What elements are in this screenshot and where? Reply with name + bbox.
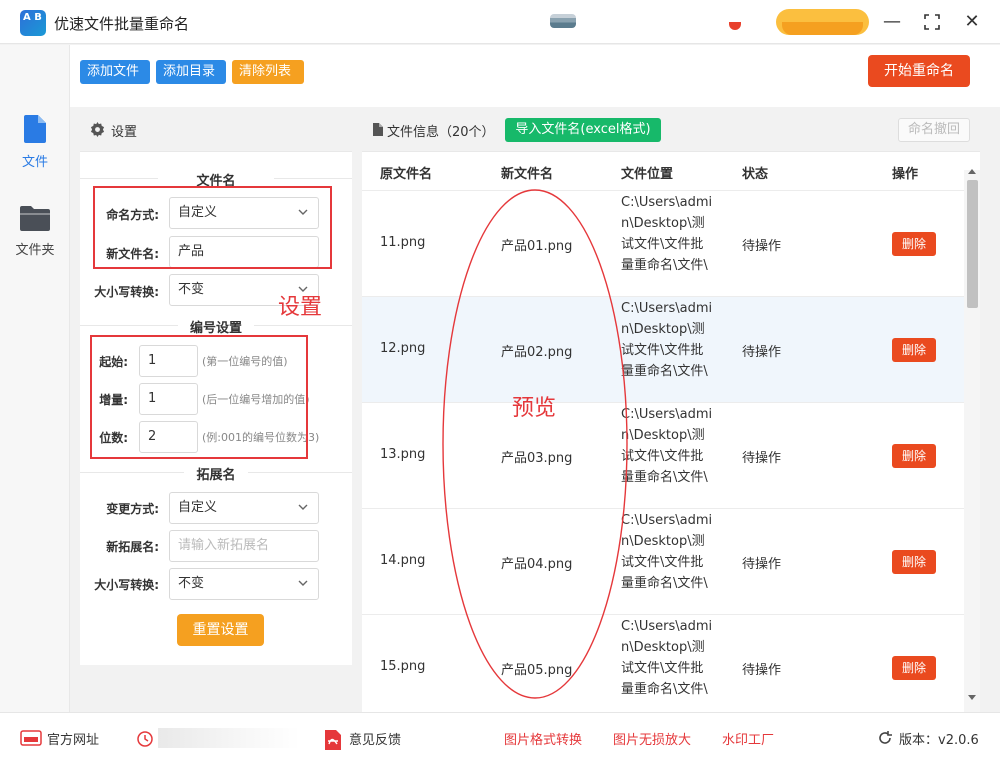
- status-cell: 待操作: [742, 663, 782, 678]
- maximize-icon: [924, 14, 940, 30]
- annotation-preview-label: 预览: [512, 396, 557, 421]
- delete-row-button[interactable]: 删除: [892, 232, 936, 256]
- ext-case-value: 不变: [178, 576, 205, 591]
- column-header-status: 状态: [742, 167, 769, 182]
- file-icon: [24, 115, 46, 143]
- annotation-preview-ellipse: [442, 189, 628, 699]
- official-website-link[interactable]: 官方网址: [47, 729, 99, 748]
- sidebar: 文件 文件夹: [0, 45, 70, 712]
- website-icon: [20, 730, 42, 746]
- reset-settings-button[interactable]: 重置设置: [177, 614, 264, 646]
- sidebar-item-label: 文件: [21, 155, 48, 170]
- scroll-up-icon[interactable]: [968, 168, 976, 174]
- column-header-action: 操作: [892, 167, 919, 182]
- watermark-factory-link[interactable]: 水印工厂: [722, 729, 774, 748]
- location-cell: C:\Users\admin\Desktop\测试文件\文件批量重命名\文件\: [621, 407, 713, 485]
- scrollbar-thumb[interactable]: [967, 180, 978, 308]
- notification-icon[interactable]: [729, 22, 741, 30]
- image-format-convert-link[interactable]: 图片格式转换: [504, 729, 582, 748]
- feedback-link[interactable]: 意见反馈: [349, 729, 401, 748]
- location-cell: C:\Users\admin\Desktop\测试文件\文件批量重命名\文件\: [621, 195, 713, 273]
- title-bar: A B 优速文件批量重命名 — ✕: [0, 0, 1000, 44]
- file-info-header: 文件信息（20个） 导入文件名(excel格式) 命名撤回: [362, 108, 980, 152]
- add-directory-button[interactable]: 添加目录: [156, 60, 226, 84]
- annotation-settings-label: 设置: [278, 295, 323, 320]
- start-rename-button[interactable]: 开始重命名: [868, 55, 970, 87]
- file-info-panel: 文件信息（20个） 导入文件名(excel格式) 命名撤回 原文件名 新文件名 …: [362, 108, 980, 712]
- sidebar-item-label: 文件夹: [15, 243, 55, 258]
- file-info-title: 文件信息（20个）: [387, 125, 495, 140]
- case-value: 不变: [178, 282, 205, 297]
- column-header-location: 文件位置: [621, 167, 674, 182]
- support-icon[interactable]: [136, 730, 154, 748]
- ext-case-select[interactable]: 不变: [169, 568, 319, 600]
- new-ext-label: 新拓展名:: [106, 540, 159, 554]
- maximize-button[interactable]: [918, 8, 946, 36]
- status-cell: 待操作: [742, 451, 782, 466]
- clear-list-button[interactable]: 清除列表: [232, 60, 304, 84]
- chevron-down-icon: [298, 504, 308, 510]
- status-cell: 待操作: [742, 239, 782, 254]
- status-cell: 待操作: [742, 345, 782, 360]
- original-name-cell: 14.png: [380, 553, 426, 568]
- folder-icon: [20, 206, 50, 231]
- annotation-box-filename: [93, 186, 332, 269]
- ext-case-label: 大小写转换:: [94, 578, 159, 592]
- delete-row-button[interactable]: 删除: [892, 444, 936, 468]
- image-upscale-link[interactable]: 图片无损放大: [613, 729, 691, 748]
- extension-section-title: 拓展名: [184, 464, 248, 483]
- version-label: 版本：v2.0.6: [899, 733, 979, 748]
- divider: [80, 178, 158, 179]
- scroll-down-icon[interactable]: [968, 695, 976, 701]
- settings-title: 设置: [111, 125, 138, 140]
- toolbar: 添加文件 添加目录 清除列表 开始重命名: [70, 45, 1000, 107]
- chevron-down-icon: [298, 580, 308, 586]
- column-header-new: 新文件名: [501, 167, 554, 182]
- annotation-box-number: [90, 335, 308, 459]
- ext-mode-value: 自定义: [178, 500, 218, 515]
- promo-badge[interactable]: [776, 9, 869, 35]
- app-logo-icon: A B: [20, 10, 46, 36]
- delete-row-button[interactable]: 删除: [892, 656, 936, 680]
- new-ext-placeholder: 请输入新拓展名: [178, 538, 270, 553]
- minimize-button[interactable]: —: [878, 8, 906, 36]
- location-cell: C:\Users\admin\Desktop\测试文件\文件批量重命名\文件\: [621, 301, 713, 379]
- number-section-title: 编号设置: [178, 317, 254, 336]
- app-title: 优速文件批量重命名: [54, 15, 190, 33]
- undo-rename-button[interactable]: 命名撤回: [898, 118, 970, 142]
- settings-panel: 设置 文件名 命名方式: 自定义 新文件名: 产品 大小写转换: 不变 编号设置…: [80, 108, 352, 665]
- original-name-cell: 13.png: [380, 447, 426, 462]
- original-name-cell: 15.png: [380, 659, 426, 674]
- ext-mode-select[interactable]: 自定义: [169, 492, 319, 524]
- refresh-icon[interactable]: [877, 730, 893, 746]
- sidebar-item-file[interactable]: 文件: [0, 115, 70, 170]
- delete-row-button[interactable]: 删除: [892, 338, 936, 362]
- ext-mode-label: 变更方式:: [106, 502, 159, 516]
- import-excel-button[interactable]: 导入文件名(excel格式): [505, 118, 661, 142]
- status-bar: 官方网址 意见反馈 图片格式转换 图片无损放大 水印工厂 版本：v2.0.6: [0, 712, 1000, 760]
- divider: [274, 178, 352, 179]
- status-cell: 待操作: [742, 557, 782, 572]
- location-cell: C:\Users\admin\Desktop\测试文件\文件批量重命名\文件\: [621, 619, 713, 697]
- vertical-scrollbar[interactable]: [964, 168, 980, 712]
- add-file-button[interactable]: 添加文件: [80, 60, 150, 84]
- close-button[interactable]: ✕: [958, 8, 986, 36]
- sidebar-item-folder[interactable]: 文件夹: [0, 205, 70, 258]
- redacted-contact: [158, 728, 300, 748]
- document-icon: [373, 123, 383, 136]
- original-name-cell: 11.png: [380, 235, 426, 250]
- brand-mark-icon: [550, 14, 576, 28]
- settings-header: 设置: [80, 108, 352, 152]
- new-ext-input[interactable]: 请输入新拓展名: [169, 530, 319, 562]
- delete-row-button[interactable]: 删除: [892, 550, 936, 574]
- column-header-original: 原文件名: [380, 167, 433, 182]
- location-cell: C:\Users\admin\Desktop\测试文件\文件批量重命名\文件\: [621, 513, 713, 591]
- pdf-icon: [325, 730, 341, 750]
- original-name-cell: 12.png: [380, 341, 426, 356]
- gear-icon: [90, 122, 105, 137]
- case-label: 大小写转换:: [94, 285, 159, 299]
